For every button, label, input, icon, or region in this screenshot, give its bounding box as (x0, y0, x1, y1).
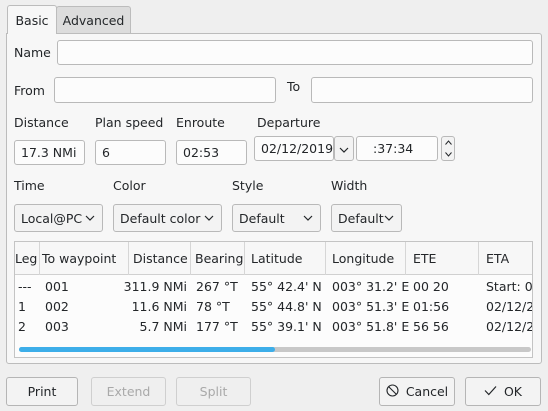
cell-to-waypoint: 003 (45, 318, 69, 334)
horizontal-scrollbar[interactable] (19, 347, 531, 352)
cell-leg: 1 (18, 298, 26, 314)
column-header-distance[interactable]: Distance (129, 242, 191, 275)
cell-longitude: 003° 31.2' E (332, 278, 410, 294)
waypoint-table[interactable]: Leg To waypoint Distance Bearing Latitud… (14, 241, 533, 358)
style-select[interactable]: Default (232, 204, 321, 232)
column-header-to-waypoint[interactable]: To waypoint (40, 242, 129, 275)
cell-latitude: 55° 39.1' N (251, 318, 322, 334)
route-properties-dialog: Basic Advanced Name From To Distance Pla… (0, 0, 548, 411)
cell-to-waypoint: 002 (45, 298, 69, 314)
time-label: Time (14, 178, 45, 193)
column-header-longitude[interactable]: Longitude (326, 242, 406, 275)
print-button[interactable]: Print (6, 377, 78, 406)
color-select-value: Default color (120, 210, 201, 226)
cell-leg: --- (18, 278, 32, 294)
extend-button[interactable]: Extend (91, 377, 166, 406)
distance-label: Distance (14, 115, 69, 130)
cell-ete: 56 56 (413, 318, 449, 334)
departure-time-input[interactable]: :37:34 (356, 136, 438, 161)
column-header-eta[interactable]: ETA (479, 242, 532, 275)
cell-distance: 5.7 NMi (139, 318, 187, 334)
cell-eta: 02/12/2019 (486, 298, 533, 314)
plan-speed-label: Plan speed (95, 115, 164, 130)
print-button-label: Print (27, 384, 57, 399)
table-row[interactable]: 2 003 5.7 NMi 177 °T 55° 39.1' N 003° 51… (15, 316, 533, 336)
cell-bearing: 267 °T (196, 278, 238, 294)
chevron-down-icon (339, 141, 349, 156)
cancel-button[interactable]: Cancel (379, 377, 455, 406)
departure-date-dropdown[interactable] (334, 136, 354, 161)
from-input[interactable] (54, 77, 276, 103)
cancel-circle-icon (386, 383, 399, 400)
departure-time-spinbox[interactable] (441, 136, 455, 161)
cell-bearing: 177 °T (196, 318, 238, 334)
split-button-label: Split (199, 384, 228, 399)
column-header-leg[interactable]: Leg (15, 242, 40, 275)
ok-button[interactable]: OK (465, 377, 541, 406)
cell-ete: 01:56 (413, 298, 450, 314)
to-label: To (287, 79, 301, 94)
width-select[interactable]: Default (331, 204, 402, 232)
column-header-bearing[interactable]: Bearing (191, 242, 245, 275)
column-header-latitude[interactable]: Latitude (245, 242, 326, 275)
cell-latitude: 55° 44.8' N (251, 298, 322, 314)
from-label: From (14, 83, 45, 98)
time-select-value: Local@PC (21, 210, 83, 226)
chevron-down-icon (303, 215, 313, 221)
distance-field: 17.3 NMi (14, 140, 85, 165)
cell-bearing: 78 °T (196, 298, 230, 314)
cell-longitude: 003° 51.8' E (332, 318, 410, 334)
departure-label: Departure (257, 115, 321, 130)
enroute-label: Enroute (176, 115, 225, 130)
chevron-down-icon (204, 215, 214, 221)
checkmark-icon (484, 384, 497, 399)
tab-advanced-label: Advanced (62, 12, 125, 28)
column-header-ete[interactable]: ETE (406, 242, 479, 275)
plan-speed-input[interactable]: 6 (95, 140, 166, 165)
tab-basic-label: Basic (15, 12, 49, 28)
time-select[interactable]: Local@PC (14, 204, 103, 232)
ok-button-label: OK (503, 384, 523, 399)
tab-advanced[interactable]: Advanced (56, 6, 131, 33)
scrollbar-thumb[interactable] (19, 347, 275, 352)
table-header: Leg To waypoint Distance Bearing Latitud… (15, 242, 532, 275)
cell-latitude: 55° 42.4' N (251, 278, 322, 294)
cell-distance: 11.6 NMi (131, 298, 187, 314)
chevron-down-icon (384, 215, 394, 221)
style-label: Style (232, 178, 264, 193)
to-input[interactable] (311, 77, 533, 103)
name-label: Name (14, 45, 51, 60)
table-row[interactable]: --- 001 311.9 NMi 267 °T 55° 42.4' N 003… (15, 276, 533, 296)
width-select-value: Default (338, 210, 384, 226)
cell-leg: 2 (18, 318, 26, 334)
cell-ete: 00 20 (413, 278, 449, 294)
cancel-button-label: Cancel (405, 384, 449, 399)
spin-down-icon[interactable] (442, 149, 454, 161)
name-input[interactable] (57, 40, 533, 65)
chevron-down-icon (85, 215, 95, 221)
color-select[interactable]: Default color (113, 204, 222, 232)
extend-button-label: Extend (106, 384, 151, 399)
enroute-field: 02:53 (176, 140, 247, 165)
departure-date-input[interactable]: 02/12/2019 (254, 136, 334, 161)
color-label: Color (113, 178, 146, 193)
table-row[interactable]: 1 002 11.6 NMi 78 °T 55° 44.8' N 003° 51… (15, 296, 533, 316)
cell-distance: 311.9 NMi (123, 278, 187, 294)
cell-eta: 02/12/2019 (486, 318, 533, 334)
width-label: Width (331, 178, 368, 193)
cell-longitude: 003° 51.3' E (332, 298, 410, 314)
tab-basic[interactable]: Basic (7, 5, 57, 34)
cell-eta: Start: 02/12 (486, 278, 533, 294)
split-button[interactable]: Split (176, 377, 251, 406)
cell-to-waypoint: 001 (45, 278, 69, 294)
style-select-value: Default (239, 210, 285, 226)
spin-up-icon[interactable] (442, 137, 454, 149)
